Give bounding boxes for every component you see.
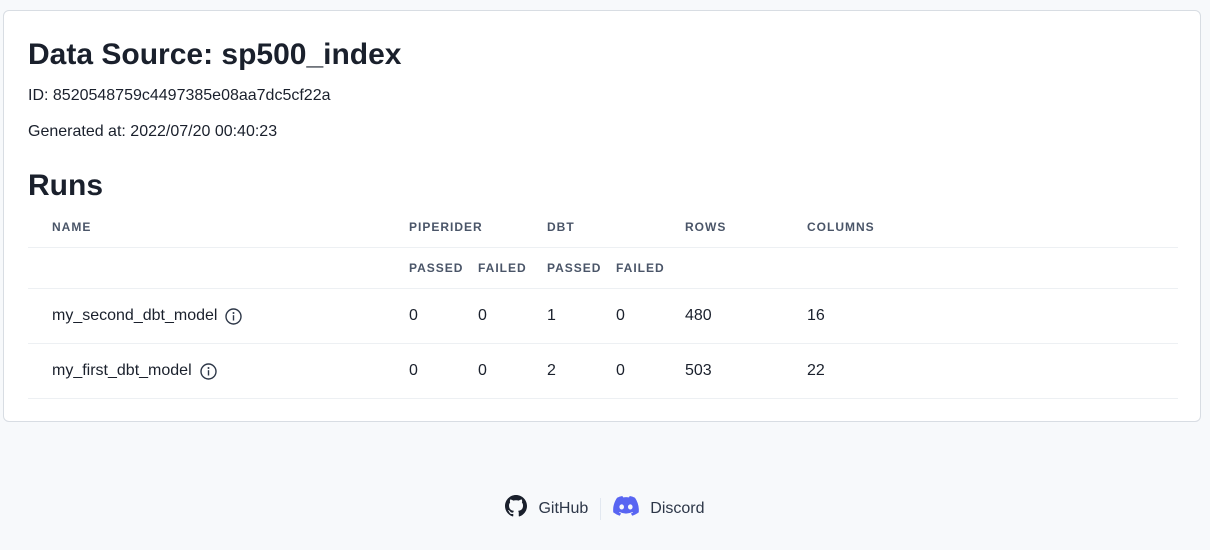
- subheader-empty: [28, 247, 409, 289]
- columns-cell: 16: [807, 288, 1178, 344]
- table-row[interactable]: my_first_dbt_model 0 0 2 0 503 22: [28, 343, 1178, 399]
- footer: GitHub Discord: [0, 495, 1210, 522]
- table-row[interactable]: my_second_dbt_model 0 0 1 0 480 16: [28, 288, 1178, 344]
- footer-divider: [600, 497, 602, 520]
- subheader-piperider-passed: PASSED: [409, 247, 478, 289]
- info-icon[interactable]: [199, 362, 217, 380]
- header-piperider: PIPERIDER: [409, 207, 547, 248]
- dbt-failed-cell: 0: [616, 343, 685, 399]
- piperider-failed-cell: 0: [478, 288, 547, 344]
- run-name-cell: my_first_dbt_model: [28, 343, 409, 399]
- table-subheader-row: PASSED FAILED PASSED FAILED: [28, 247, 1178, 289]
- dbt-passed-cell: 2: [547, 343, 616, 399]
- subheader-empty: [807, 247, 1178, 289]
- page-title: Data Source: sp500_index: [28, 38, 402, 71]
- subheader-dbt-passed: PASSED: [547, 247, 616, 289]
- info-icon[interactable]: [225, 307, 243, 325]
- dbt-passed-cell: 1: [547, 288, 616, 344]
- table-header-row: NAME PIPERIDER DBT ROWS COLUMNS: [28, 207, 1178, 248]
- subheader-dbt-failed: FAILED: [616, 247, 685, 289]
- header-name: NAME: [28, 207, 409, 248]
- data-source-card: Data Source: sp500_index ID: 8520548759c…: [3, 10, 1201, 422]
- run-name-cell: my_second_dbt_model: [28, 288, 409, 344]
- run-name[interactable]: my_second_dbt_model: [52, 307, 217, 325]
- subheader-piperider-failed: FAILED: [478, 247, 547, 289]
- piperider-passed-cell: 0: [409, 288, 478, 344]
- rows-cell: 503: [685, 343, 807, 399]
- dbt-failed-cell: 0: [616, 288, 685, 344]
- discord-icon: [613, 496, 640, 521]
- run-name[interactable]: my_first_dbt_model: [52, 362, 192, 380]
- generated-at: Generated at: 2022/07/20 00:40:23: [28, 123, 278, 140]
- columns-cell: 22: [807, 343, 1178, 399]
- header-rows: ROWS: [685, 207, 807, 248]
- runs-table: NAME PIPERIDER DBT ROWS COLUMNS PASSED F…: [28, 207, 1178, 399]
- piperider-passed-cell: 0: [409, 343, 478, 399]
- discord-link[interactable]: Discord: [613, 496, 705, 521]
- header-columns: COLUMNS: [807, 207, 1178, 248]
- subheader-empty: [685, 247, 807, 289]
- discord-label: Discord: [650, 499, 705, 517]
- header-dbt: DBT: [547, 207, 685, 248]
- piperider-failed-cell: 0: [478, 343, 547, 399]
- runs-heading: Runs: [28, 169, 103, 202]
- data-source-id: ID: 8520548759c4497385e08aa7dc5cf22a: [28, 87, 331, 104]
- github-icon: [505, 495, 528, 522]
- rows-cell: 480: [685, 288, 807, 344]
- github-link[interactable]: GitHub: [505, 495, 588, 522]
- github-label: GitHub: [538, 499, 589, 517]
